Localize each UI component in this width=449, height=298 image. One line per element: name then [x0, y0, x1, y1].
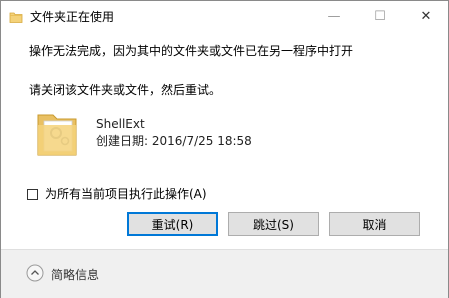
folder-icon	[37, 114, 77, 156]
file-in-use-dialog: 文件夹正在使用 — ☐ ✕ 操作无法完成，因为其中的文件夹或文件已在另一程序中打…	[0, 0, 449, 298]
apply-all-checkbox[interactable]	[27, 188, 38, 200]
close-icon: ✕	[420, 9, 432, 24]
apply-all-option[interactable]: 为所有当前项目执行此操作(A)	[27, 186, 207, 202]
file-name: ShellExt	[96, 117, 145, 131]
retry-button[interactable]: 重试(R)	[127, 212, 218, 236]
minimize-button[interactable]: —	[311, 1, 357, 32]
fewer-details-toggle[interactable]: 简略信息	[51, 267, 99, 283]
close-button[interactable]: ✕	[403, 1, 449, 32]
maximize-icon: ☐	[374, 9, 386, 24]
instruction-message: 请关闭该文件夹或文件，然后重试。	[29, 83, 222, 97]
title-bar[interactable]: 文件夹正在使用 — ☐ ✕	[1, 1, 448, 33]
chevron-up-icon[interactable]	[26, 264, 44, 282]
file-created-date: 创建日期: 2016/7/25 18:58	[96, 134, 252, 148]
skip-button[interactable]: 跳过(S)	[228, 212, 319, 236]
minimize-icon: —	[327, 9, 341, 24]
cancel-button[interactable]: 取消	[329, 212, 420, 236]
error-message: 操作无法完成，因为其中的文件夹或文件已在另一程序中打开	[29, 44, 354, 58]
apply-all-label[interactable]: 为所有当前项目执行此操作(A)	[45, 186, 207, 202]
folder-icon	[9, 12, 23, 23]
maximize-button[interactable]: ☐	[357, 1, 403, 32]
window-title: 文件夹正在使用	[30, 10, 115, 24]
